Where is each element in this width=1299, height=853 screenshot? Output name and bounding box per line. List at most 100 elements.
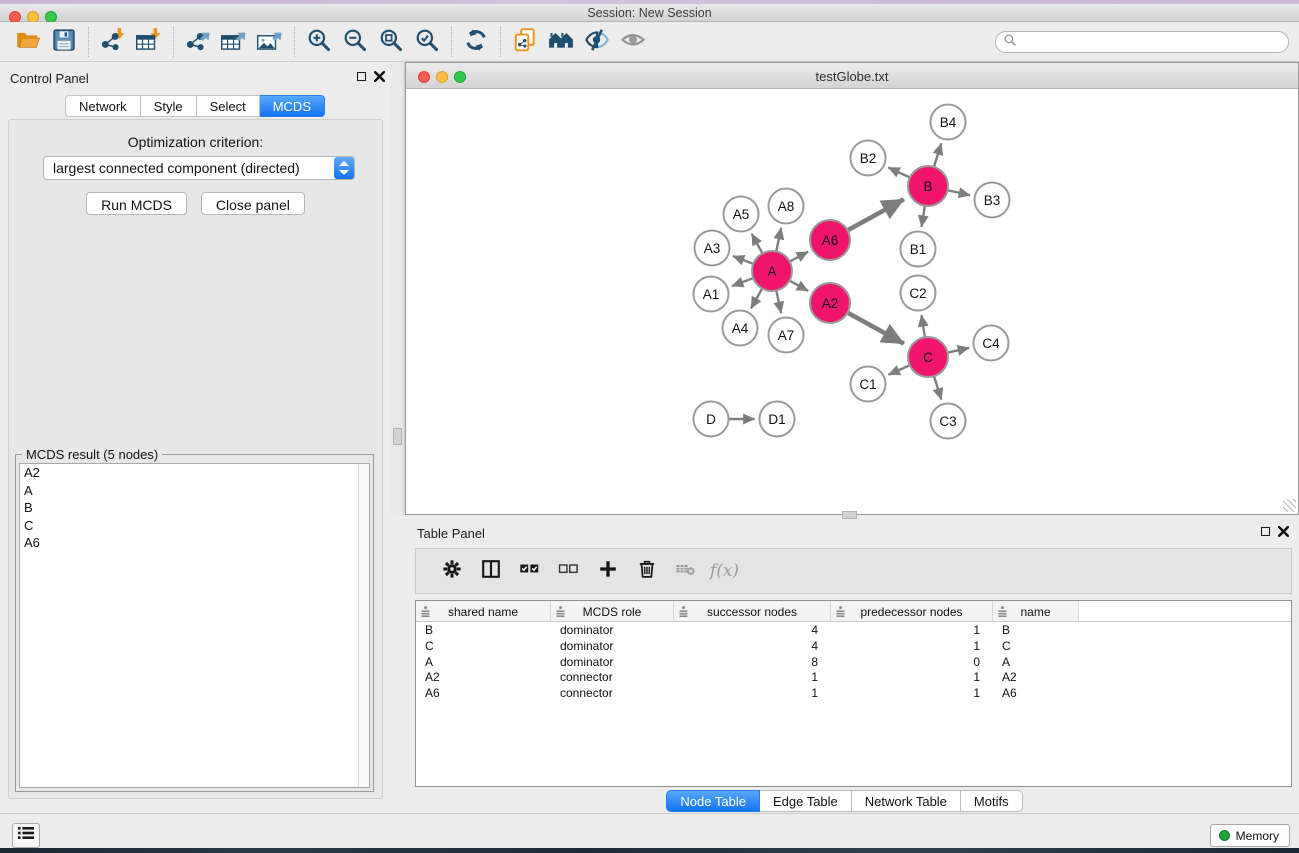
delete-column-button[interactable] xyxy=(627,553,666,589)
show-columns-button[interactable] xyxy=(471,553,510,589)
task-history-button[interactable] xyxy=(12,823,40,848)
column-header-predecessor-nodes[interactable]: predecessor nodes xyxy=(831,601,993,622)
task-list-icon xyxy=(18,826,34,845)
export-table-button[interactable] xyxy=(216,26,252,58)
close-panel-button[interactable]: Close panel xyxy=(201,192,305,215)
tab-mcds[interactable]: MCDS xyxy=(260,95,325,117)
close-table-panel-icon[interactable] xyxy=(1278,526,1289,537)
search-input[interactable] xyxy=(995,31,1289,53)
show-graphics-details-button[interactable] xyxy=(615,26,651,58)
tab-motifs[interactable]: Motifs xyxy=(961,790,1023,812)
node-label-A5: A5 xyxy=(733,207,750,222)
save-session-icon xyxy=(51,27,77,58)
home-button[interactable] xyxy=(543,26,579,58)
table-row[interactable]: Cdominator41C xyxy=(416,638,1291,654)
table-cell: connector xyxy=(551,685,674,701)
table-row[interactable]: A2connector11A2 xyxy=(416,669,1291,685)
export-table-icon xyxy=(221,27,247,58)
node-label-C: C xyxy=(923,350,933,365)
column-type-icon xyxy=(421,606,430,620)
column-header-shared-name[interactable]: shared name xyxy=(416,601,551,622)
column-header-label[interactable]: successor nodes xyxy=(707,605,797,619)
table-panel-title: Table Panel xyxy=(417,526,485,541)
import-network-button[interactable] xyxy=(95,26,131,58)
delete-table-icon xyxy=(675,558,696,584)
memory-button[interactable]: Memory xyxy=(1210,824,1290,847)
table-settings-button[interactable] xyxy=(432,553,471,589)
close-panel-icon[interactable] xyxy=(374,71,385,82)
table-row[interactable]: Adominator80A xyxy=(416,654,1291,670)
tab-select[interactable]: Select xyxy=(197,95,260,117)
horizontal-divider-grip[interactable] xyxy=(842,511,857,519)
table-row[interactable]: A6connector11A6 xyxy=(416,685,1291,701)
node-label-B2: B2 xyxy=(860,151,877,166)
node-label-A7: A7 xyxy=(778,328,795,343)
open-session-button[interactable] xyxy=(10,26,46,58)
node-label-A2: A2 xyxy=(822,296,839,311)
save-session-button[interactable] xyxy=(46,26,82,58)
network-graph[interactable]: B4B2BB3A5A8A6A3B1AA1C2A2A4A7C4CC1C3DD1 xyxy=(408,90,1298,514)
control-panel: Control Panel NetworkStyleSelectMCDS Opt… xyxy=(0,62,390,813)
hide-graphics-details-button[interactable] xyxy=(579,26,615,58)
deselect-all-columns-button[interactable] xyxy=(549,553,588,589)
clone-network-button[interactable] xyxy=(507,26,543,58)
table-toolbar: f(x) xyxy=(415,548,1292,594)
mcds-result-list[interactable]: A2ABCA6 xyxy=(19,463,370,788)
dropdown-stepper-icon xyxy=(334,157,354,179)
column-header-label[interactable]: shared name xyxy=(448,605,518,619)
result-item[interactable]: A6 xyxy=(20,534,369,552)
optimization-criterion-label: Optimization criterion: xyxy=(9,134,382,150)
select-all-columns-button[interactable] xyxy=(510,553,549,589)
add-column-button[interactable] xyxy=(588,553,627,589)
table-row[interactable]: Bdominator41B xyxy=(416,622,1291,638)
table-cell: B xyxy=(416,622,551,638)
table-body: Bdominator41BCdominator41CAdominator80A A… xyxy=(416,622,1291,701)
export-image-button[interactable] xyxy=(252,26,288,58)
refresh-button[interactable] xyxy=(458,26,494,58)
search-field[interactable] xyxy=(1021,33,1288,51)
zoom-in-button[interactable] xyxy=(301,26,337,58)
result-item[interactable]: A xyxy=(20,482,369,500)
result-item[interactable]: C xyxy=(20,517,369,535)
column-header-label[interactable]: name xyxy=(1020,605,1050,619)
table-cell: 1 xyxy=(831,669,993,685)
tab-network[interactable]: Network xyxy=(65,95,141,117)
hide-graphics-details-icon xyxy=(584,27,610,58)
node-label-B: B xyxy=(923,179,932,194)
table-cell: 1 xyxy=(674,685,831,701)
export-network-button[interactable] xyxy=(180,26,216,58)
column-header-label[interactable]: predecessor nodes xyxy=(860,605,962,619)
show-columns-icon xyxy=(480,558,502,585)
table-cell: C xyxy=(993,638,1079,654)
table-cell: 1 xyxy=(831,638,993,654)
tab-node-table[interactable]: Node Table xyxy=(666,790,760,812)
run-mcds-button[interactable]: Run MCDS xyxy=(86,192,187,215)
zoom-selected-button[interactable] xyxy=(409,26,445,58)
result-item[interactable]: B xyxy=(20,499,369,517)
node-table: shared name MCDS role successor nodes prede… xyxy=(415,600,1292,787)
zoom-fit-button[interactable] xyxy=(373,26,409,58)
clone-network-icon xyxy=(512,27,538,58)
column-header-name[interactable]: name xyxy=(993,601,1079,622)
divider-grip[interactable] xyxy=(393,428,402,445)
optimization-criterion-select[interactable]: largest connected component (directed) xyxy=(43,156,355,180)
table-cell: connector xyxy=(551,669,674,685)
float-table-panel-icon[interactable] xyxy=(1261,527,1270,536)
tab-style[interactable]: Style xyxy=(141,95,197,117)
zoom-out-button[interactable] xyxy=(337,26,373,58)
node-label-C2: C2 xyxy=(909,286,926,301)
import-table-button[interactable] xyxy=(131,26,167,58)
column-header-successor-nodes[interactable]: successor nodes xyxy=(674,601,831,622)
column-header-label[interactable]: MCDS role xyxy=(583,605,642,619)
tab-edge-table[interactable]: Edge Table xyxy=(760,790,852,812)
tab-network-table[interactable]: Network Table xyxy=(852,790,961,812)
column-header-MCDS-role[interactable]: MCDS role xyxy=(551,601,674,622)
float-panel-icon[interactable] xyxy=(357,72,366,81)
result-item[interactable]: A2 xyxy=(20,464,369,482)
toolbar-separator xyxy=(294,27,295,57)
function-builder-button: f(x) xyxy=(705,553,744,589)
result-scrollbar[interactable] xyxy=(358,464,369,787)
node-label-D1: D1 xyxy=(768,412,785,427)
window-resize-grip[interactable] xyxy=(1283,499,1296,512)
table-cell: dominator xyxy=(551,638,674,654)
